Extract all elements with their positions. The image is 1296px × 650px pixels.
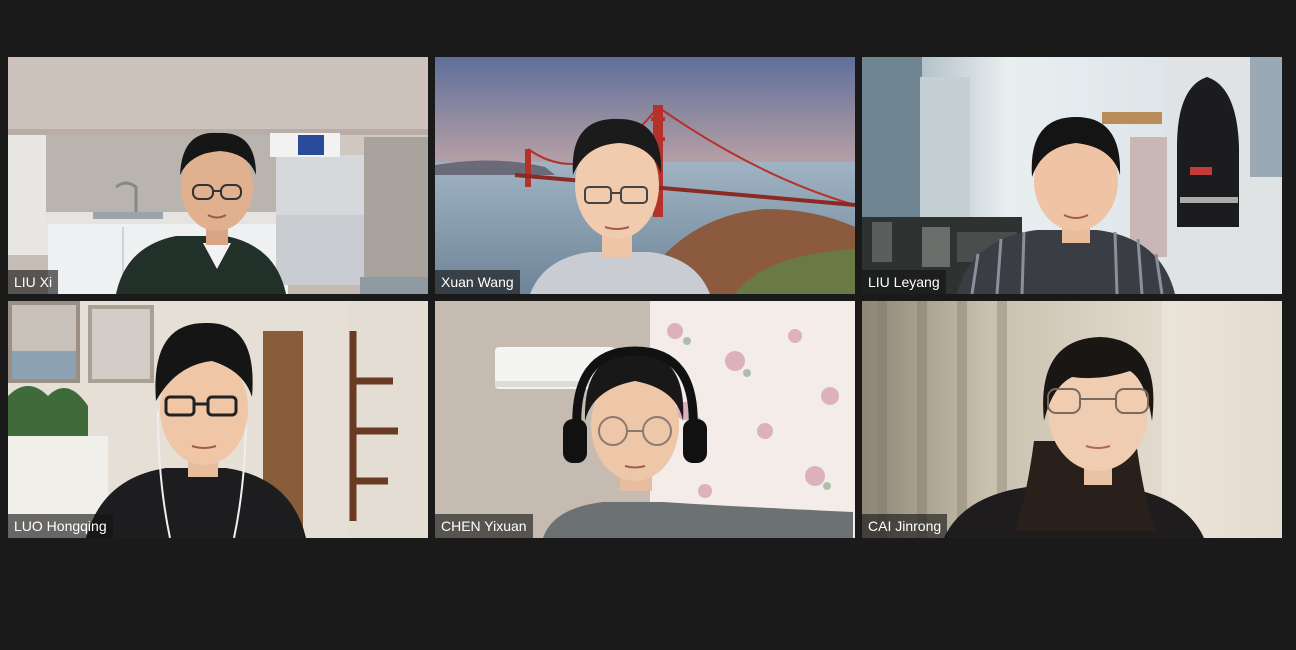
participant-video-feed xyxy=(862,57,1282,294)
participant-video-feed xyxy=(8,301,428,538)
participant-name-label: CAI Jinrong xyxy=(862,514,948,538)
participant-tile-liu-leyang[interactable]: LIU Leyang xyxy=(862,57,1282,294)
participant-name-label: CHEN Yixuan xyxy=(435,514,533,538)
participant-tile-chen-yixuan[interactable]: CHEN Yixuan xyxy=(435,301,855,538)
participant-tile-xuan-wang[interactable]: Xuan Wang xyxy=(435,57,855,294)
participant-tile-luo-hongqing[interactable]: LUO Hongqing xyxy=(8,301,428,538)
participant-video-feed xyxy=(435,301,855,538)
participant-video-grid: LIU Xi Xuan Wang LIU Leyang LUO Hongqing… xyxy=(8,57,1282,538)
participant-name-label: LUO Hongqing xyxy=(8,514,113,538)
participant-tile-cai-jinrong[interactable]: CAI Jinrong xyxy=(862,301,1282,538)
participant-video-feed xyxy=(435,57,855,294)
participant-name-label: LIU Xi xyxy=(8,270,59,294)
participant-video-feed xyxy=(8,57,428,294)
video-meeting-gallery-view: LIU Xi Xuan Wang LIU Leyang LUO Hongqing… xyxy=(0,0,1296,650)
participant-video-feed xyxy=(862,301,1282,538)
participant-tile-liu-xi[interactable]: LIU Xi xyxy=(8,57,428,294)
participant-name-label: LIU Leyang xyxy=(862,270,946,294)
participant-name-label: Xuan Wang xyxy=(435,270,520,294)
